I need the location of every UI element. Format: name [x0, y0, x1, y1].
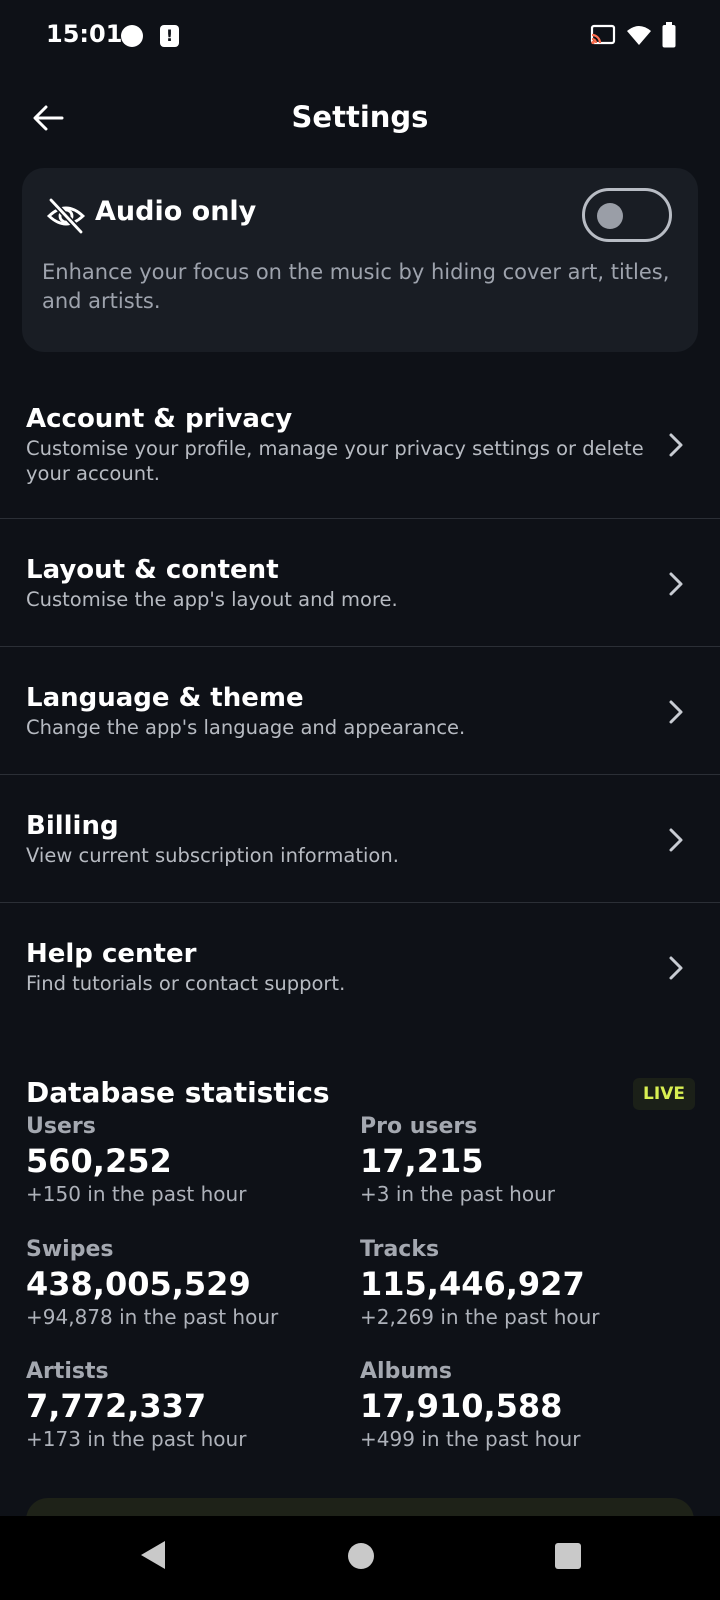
stat-label: Swipes [26, 1237, 114, 1262]
stat-delta: +3 in the past hour [360, 1182, 555, 1206]
stat-value: 17,910,588 [360, 1387, 563, 1425]
settings-item-billing[interactable]: Billing View current subscription inform… [0, 775, 720, 902]
live-badge: LIVE [633, 1078, 695, 1110]
stat-delta: +2,269 in the past hour [360, 1305, 600, 1329]
audio-only-card: Audio only Enhance your focus on the mus… [22, 168, 698, 352]
battery-icon [662, 22, 676, 48]
eye-off-icon [46, 197, 86, 235]
stat-users: Users 560,252 +150 in the past hour [26, 1114, 356, 1207]
nav-recents-icon[interactable] [555, 1543, 581, 1569]
stat-value: 560,252 [26, 1142, 172, 1180]
stat-value: 7,772,337 [26, 1387, 207, 1425]
stat-tracks: Tracks 115,446,927 +2,269 in the past ho… [360, 1237, 690, 1330]
toggle-knob [597, 203, 623, 229]
audio-only-description: Enhance your focus on the music by hidin… [42, 260, 670, 313]
chevron-right-icon [669, 433, 683, 457]
settings-item-title: Billing [26, 811, 119, 841]
stat-delta: +94,878 in the past hour [26, 1305, 279, 1329]
settings-item-help-center[interactable]: Help center Find tutorials or contact su… [0, 903, 720, 1030]
stat-pro-users: Pro users 17,215 +3 in the past hour [360, 1114, 690, 1207]
stat-delta: +173 in the past hour [26, 1427, 247, 1451]
chevron-right-icon [669, 828, 683, 852]
chevron-right-icon [669, 700, 683, 724]
settings-item-title: Account & privacy [26, 404, 293, 434]
system-nav-bar [0, 1516, 720, 1600]
stat-value: 438,005,529 [26, 1265, 251, 1303]
settings-item-account-privacy[interactable]: Account & privacy Customise your profile… [0, 390, 720, 518]
status-bar: 15:01 ! [0, 0, 720, 72]
settings-item-description: View current subscription information. [26, 844, 399, 867]
cast-icon [590, 24, 616, 45]
stat-value: 17,215 [360, 1142, 484, 1180]
alert-icon: ! [160, 25, 179, 47]
stat-label: Pro users [360, 1114, 478, 1139]
audio-only-toggle[interactable] [582, 188, 672, 242]
nav-back-icon[interactable] [138, 1538, 168, 1572]
stat-label: Users [26, 1114, 96, 1139]
settings-screen: 15:01 ! Settings Audio only Enhance your… [0, 0, 720, 1600]
stat-label: Tracks [360, 1237, 440, 1262]
settings-item-title: Layout & content [26, 555, 279, 585]
settings-item-description: Change the app's language and appearance… [26, 716, 466, 739]
stat-delta: +499 in the past hour [360, 1427, 581, 1451]
settings-item-description: Find tutorials or contact support. [26, 972, 346, 995]
settings-item-title: Language & theme [26, 683, 304, 713]
chevron-right-icon [669, 572, 683, 596]
settings-item-layout-content[interactable]: Layout & content Customise the app's lay… [0, 519, 720, 646]
status-icons [590, 20, 676, 50]
stat-label: Albums [360, 1359, 452, 1384]
page-title: Settings [291, 100, 429, 134]
chevron-right-icon [669, 956, 683, 980]
wifi-icon [627, 26, 651, 45]
stat-value: 115,446,927 [360, 1265, 585, 1303]
stat-label: Artists [26, 1359, 109, 1384]
notification-dot-icon [121, 25, 143, 47]
stats-title: Database statistics [26, 1076, 330, 1109]
settings-item-language-theme[interactable]: Language & theme Change the app's langua… [0, 647, 720, 774]
settings-item-title: Help center [26, 939, 197, 969]
settings-item-description: Customise your profile, manage your priv… [26, 437, 644, 485]
audio-only-title: Audio only [95, 196, 257, 227]
status-time: 15:01 [46, 20, 123, 48]
stat-albums: Albums 17,910,588 +499 in the past hour [360, 1359, 690, 1452]
stat-artists: Artists 7,772,337 +173 in the past hour [26, 1359, 356, 1452]
nav-home-icon[interactable] [348, 1543, 374, 1569]
settings-item-description: Customise the app's layout and more. [26, 588, 398, 611]
stat-delta: +150 in the past hour [26, 1182, 247, 1206]
stat-swipes: Swipes 438,005,529 +94,878 in the past h… [26, 1237, 356, 1330]
